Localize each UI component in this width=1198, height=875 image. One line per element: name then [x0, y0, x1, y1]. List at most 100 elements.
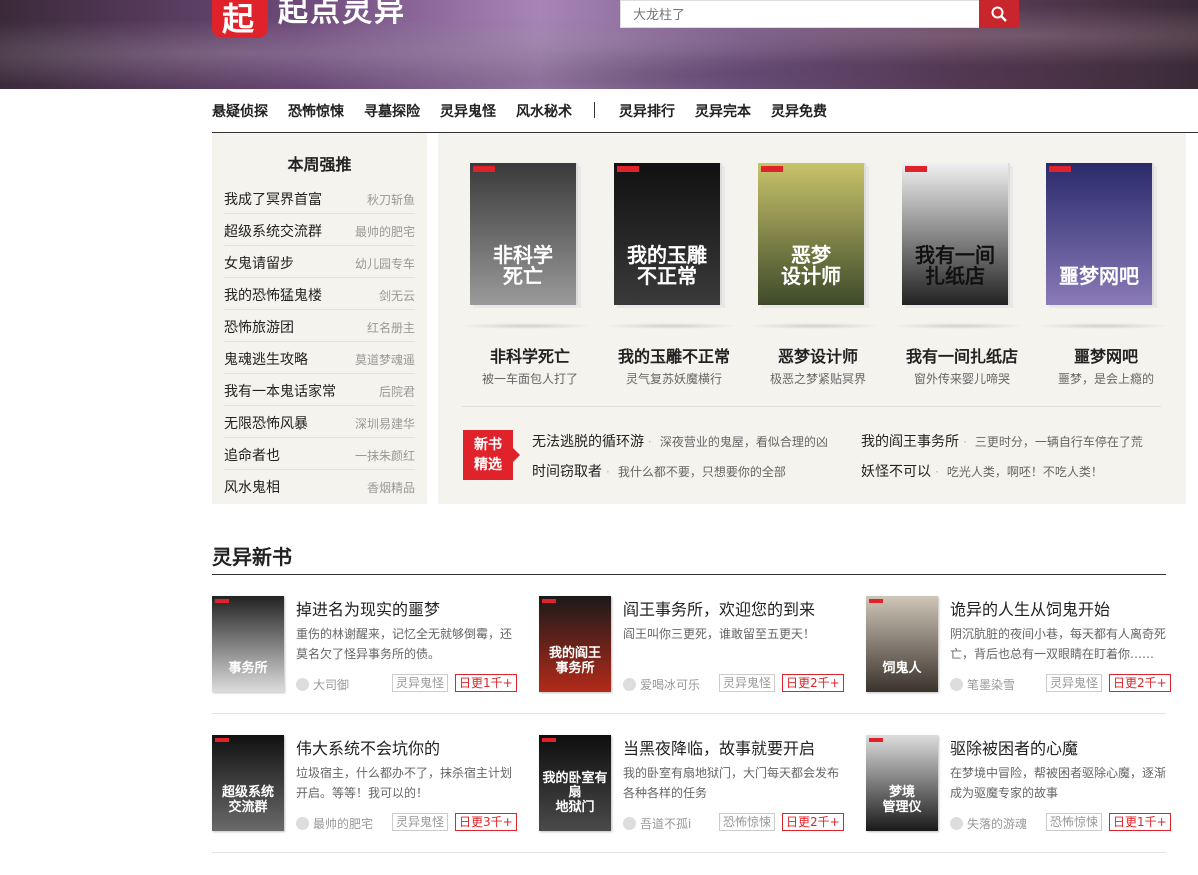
book-cover[interactable]: 噩梦网吧	[1046, 163, 1154, 305]
book-author[interactable]: 后院君	[379, 383, 415, 400]
book-cover[interactable]: 超级系统 交流群	[212, 735, 284, 831]
genre-tag[interactable]: 恐怖惊悚	[719, 813, 776, 831]
list-item[interactable]: 风水鬼相 香烟精品	[224, 470, 415, 502]
book-title[interactable]: 恶梦设计师	[738, 343, 898, 367]
pick-item[interactable]: 妖怪不可以 · 吃光人类，啊呸！不吃人类！	[861, 461, 1103, 481]
author-name[interactable]: 最帅的肥宅	[313, 817, 373, 831]
book-author[interactable]: 红名册主	[367, 319, 415, 336]
search-input[interactable]	[621, 1, 979, 27]
new-book-card[interactable]: 超级系统 交流群 伟大系统不会坑你的 垃圾宿主，什么都办不了，抹杀宿主计划开启。…	[212, 735, 517, 835]
list-item[interactable]: 鬼魂逃生攻略 莫道梦魂遥	[224, 342, 415, 374]
nav-item-rank[interactable]: 灵异排行	[619, 101, 675, 121]
book-title[interactable]: 无限恐怖风暴	[224, 413, 308, 433]
new-book-card[interactable]: 梦境 管理仪 驱除被困者的心魔 在梦境中冒险，帮被困者驱除心魔，逐渐成为驱魔专家…	[866, 735, 1171, 835]
genre-tag[interactable]: 灵异鬼怪	[1046, 674, 1103, 692]
nav-item[interactable]: 恐怖惊悚	[288, 101, 344, 121]
book-title[interactable]: 超级系统交流群	[224, 221, 322, 241]
pick-title[interactable]: 时间窃取者	[532, 464, 602, 480]
nav-item[interactable]: 灵异鬼怪	[440, 101, 496, 121]
genre-tag[interactable]: 恐怖惊悚	[1046, 813, 1103, 831]
book-cover[interactable]: 饲鬼人	[866, 596, 938, 692]
book-author[interactable]: 最帅的肥宅	[355, 223, 415, 240]
book-author[interactable]: 香烟精品	[367, 479, 415, 496]
book-author[interactable]: 大司御	[296, 676, 349, 693]
book-author[interactable]: 一抹朱颜红	[355, 447, 415, 464]
avatar-icon	[623, 817, 636, 830]
author-name[interactable]: 吾道不孤i	[640, 817, 691, 831]
book-title[interactable]: 阎王事务所，欢迎您的到来	[623, 596, 815, 620]
book-title[interactable]: 我成了冥界首富	[224, 189, 322, 209]
book-author[interactable]: 秋刀斩鱼	[367, 191, 415, 208]
pick-title[interactable]: 我的阎王事务所	[861, 434, 959, 450]
nav-item-finished[interactable]: 灵异完本	[695, 101, 751, 121]
book-author[interactable]: 爱喝冰可乐	[623, 676, 700, 693]
list-item[interactable]: 恐怖旅游团 红名册主	[224, 310, 415, 342]
book-title[interactable]: 非科学死亡	[450, 343, 610, 367]
book-author[interactable]: 最帅的肥宅	[296, 815, 373, 832]
list-item[interactable]: 我成了冥界首富 秋刀斩鱼	[224, 182, 415, 214]
book-title[interactable]: 我有一间扎纸店	[882, 343, 1042, 367]
book-title[interactable]: 掉进名为现实的噩梦	[296, 596, 440, 620]
book-author[interactable]: 幼儿园专车	[355, 255, 415, 272]
book-title[interactable]: 风水鬼相	[224, 477, 280, 497]
genre-tag[interactable]: 灵异鬼怪	[392, 674, 449, 692]
book-cover[interactable]: 恶梦 设计师	[758, 163, 866, 305]
book-title[interactable]: 诡异的人生从饲鬼开始	[950, 596, 1110, 620]
list-item[interactable]: 超级系统交流群 最帅的肥宅	[224, 214, 415, 246]
book-title[interactable]: 当黑夜降临，故事就要开启	[623, 735, 815, 759]
new-book-card[interactable]: 饲鬼人 诡异的人生从饲鬼开始 阴沉肮脏的夜间小巷，每天都有人离奇死亡，背后也总有…	[866, 596, 1171, 696]
book-cover[interactable]: 事务所	[212, 596, 284, 692]
nav-item[interactable]: 风水秘术	[516, 101, 572, 121]
book-title[interactable]: 女鬼请留步	[224, 253, 294, 273]
book-title[interactable]: 我的玉雕不正常	[594, 343, 754, 367]
list-item[interactable]: 我有一本鬼话家常 后院君	[224, 374, 415, 406]
search-box[interactable]	[620, 0, 980, 28]
author-name[interactable]: 失落的游魂	[967, 817, 1027, 831]
book-title[interactable]: 我的恐怖猛鬼楼	[224, 285, 322, 305]
book-cover[interactable]: 我有一间 扎纸店	[902, 163, 1010, 305]
pick-title[interactable]: 妖怪不可以	[861, 464, 931, 480]
author-name[interactable]: 爱喝冰可乐	[640, 678, 700, 692]
search-icon	[991, 6, 1007, 22]
pick-item[interactable]: 我的阎王事务所 · 三更时分，一辆自行车停在了荒	[861, 431, 1143, 451]
genre-tag[interactable]: 灵异鬼怪	[392, 813, 449, 831]
book-title[interactable]: 恐怖旅游团	[224, 317, 294, 337]
new-book-card[interactable]: 我的卧室有扇 地狱门 当黑夜降临，故事就要开启 我的卧室有扇地狱门，大门每天都会…	[539, 735, 844, 835]
book-author[interactable]: 失落的游魂	[950, 815, 1027, 832]
book-author[interactable]: 深圳易建华	[355, 415, 415, 432]
book-cover[interactable]: 非科学 死亡	[470, 163, 578, 305]
book-cover[interactable]: 我的阎王 事务所	[539, 596, 611, 692]
list-item[interactable]: 女鬼请留步 幼儿园专车	[224, 246, 415, 278]
list-item[interactable]: 追命者也 一抹朱颜红	[224, 438, 415, 470]
book-title[interactable]: 伟大系统不会坑你的	[296, 735, 440, 759]
book-title[interactable]: 鬼魂逃生攻略	[224, 349, 308, 369]
new-book-card[interactable]: 我的阎王 事务所 阎王事务所，欢迎您的到来 阎王叫你三更死，谁敢留至五更天！ 爱…	[539, 596, 844, 696]
pick-desc: 三更时分，一辆自行车停在了荒	[974, 435, 1143, 449]
book-cover[interactable]: 我的卧室有扇 地狱门	[539, 735, 611, 831]
pick-item[interactable]: 无法逃脱的循环游 · 深夜营业的鬼屋，看似合理的凶	[532, 431, 828, 451]
list-item[interactable]: 无限恐怖风暴 深圳易建华	[224, 406, 415, 438]
author-name[interactable]: 笔墨染雪	[967, 678, 1015, 692]
list-item[interactable]: 我的恐怖猛鬼楼 剑无云	[224, 278, 415, 310]
new-book-card[interactable]: 事务所 掉进名为现实的噩梦 重伤的林谢醒来，记忆全无就够倒霉，还莫名欠了怪异事务…	[212, 596, 517, 696]
search-button[interactable]	[979, 0, 1019, 28]
book-author[interactable]: 剑无云	[379, 287, 415, 304]
genre-tag[interactable]: 灵异鬼怪	[719, 674, 776, 692]
logo-icon[interactable]: 起	[212, 0, 268, 38]
book-title[interactable]: 追命者也	[224, 445, 280, 465]
pick-title[interactable]: 无法逃脱的循环游	[532, 434, 644, 450]
book-author[interactable]: 笔墨染雪	[950, 676, 1015, 693]
pick-item[interactable]: 时间窃取者 · 我什么都不要，只想要你的全部	[532, 461, 786, 481]
book-cover[interactable]: 我的玉雕 不正常	[614, 163, 722, 305]
book-title[interactable]: 噩梦网吧	[1026, 343, 1186, 367]
author-name[interactable]: 大司御	[313, 678, 349, 692]
book-title[interactable]: 驱除被困者的心魔	[950, 735, 1078, 759]
nav-item[interactable]: 悬疑侦探	[212, 101, 268, 121]
book-title[interactable]: 我有一本鬼话家常	[224, 381, 336, 401]
nav-item[interactable]: 寻墓探险	[364, 101, 420, 121]
logo-text[interactable]: 起点灵异	[278, 0, 406, 30]
book-author[interactable]: 莫道梦魂遥	[355, 351, 415, 368]
book-cover[interactable]: 梦境 管理仪	[866, 735, 938, 831]
book-author[interactable]: 吾道不孤i	[623, 815, 691, 832]
nav-item-free[interactable]: 灵异免费	[771, 101, 827, 121]
